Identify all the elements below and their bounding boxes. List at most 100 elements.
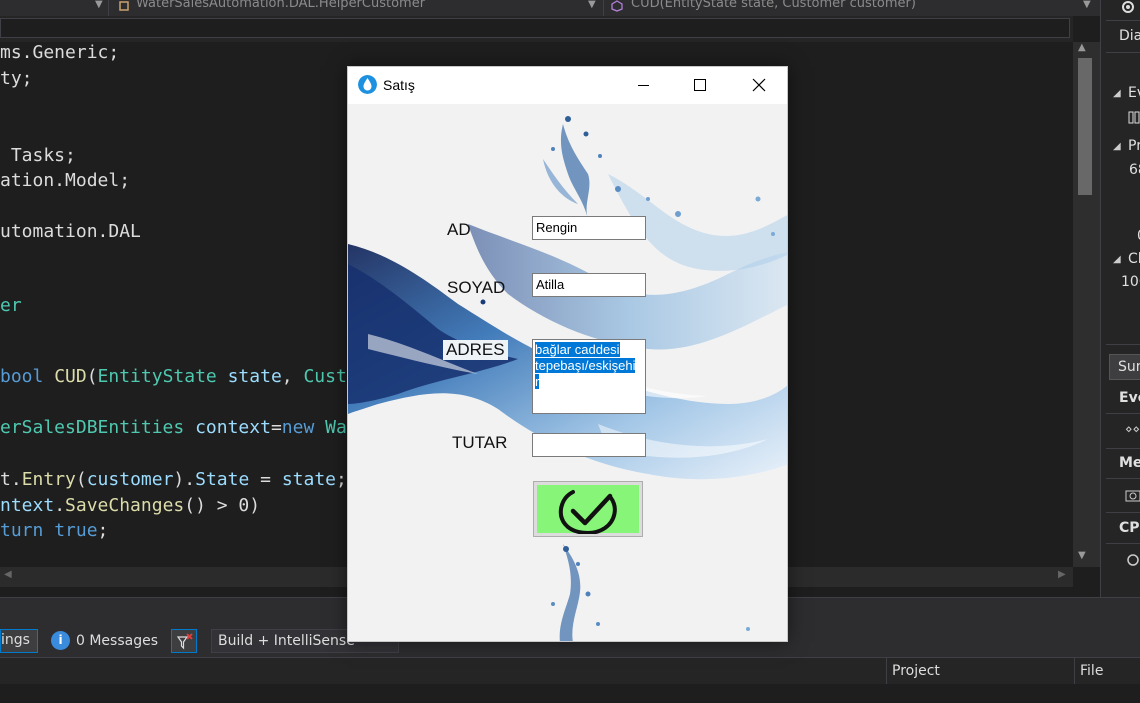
soyad-label: SOYAD [447,278,506,297]
member-dropdown[interactable]: WaterSalesAutomation.DAL.HelperCustomer [136,0,576,14]
adres-line-1: bağlar caddesi [535,342,620,357]
warnings-filter-button[interactable]: ings [0,629,38,653]
code-token: ntext [0,495,55,516]
scroll-left-arrow-icon[interactable]: ◀ [4,569,12,580]
collapse-triangle-icon[interactable]: ◢ [1113,141,1121,152]
code-line[interactable]: ation.Model; [0,170,130,194]
cpu-usage-header: CPU [1119,520,1140,536]
satis-window: Satış AD Rengin SOYAD Atilla ADRES bağla… [347,66,788,642]
ad-label: AD [447,220,471,239]
code-token: context [195,417,271,438]
cpu-section-label: Cl [1128,251,1140,267]
maximize-button[interactable] [677,67,723,104]
code-token: erSalesDBEntities [0,417,196,438]
scrollbar-thumb[interactable] [1078,58,1092,195]
clear-filter-button[interactable] [171,629,197,653]
tutar-textbox[interactable] [532,433,646,457]
editor-margin-box [0,18,1070,38]
code-token: customer [86,469,174,490]
code-token: . [54,495,66,516]
scroll-down-arrow-icon[interactable]: ▼ [1078,550,1086,561]
chevron-down-icon[interactable]: ▼ [1083,0,1091,10]
navigation-bar: ▼ WaterSalesAutomation.DAL.HelperCustome… [0,0,1100,16]
vertical-scrollbar[interactable]: ▲ ▼ [1073,42,1100,567]
summary-tab[interactable]: Sun [1109,354,1140,380]
collapse-triangle-icon[interactable]: ◢ [1113,254,1121,265]
code-token: utomation.DAL [0,221,141,242]
chevron-down-icon[interactable]: ▼ [588,0,596,10]
code-line[interactable]: turn true; [0,520,108,544]
code-token: ty; [0,68,33,89]
collapse-triangle-icon[interactable]: ◢ [1113,88,1121,99]
code-token: () > 0) [184,495,261,516]
diagnostic-tools-panel: Dia ◢ Ev ◢ Pr 68 0 ◢ Cl 100 Sun Eve ⋄⋄ M… [1100,0,1140,600]
memory-usage-header: Me [1119,455,1140,471]
events-icon[interactable]: ⋄⋄ [1125,422,1140,436]
window-title: Satış [383,77,415,93]
events-header: Eve [1119,390,1140,406]
messages-label: 0 Messages [76,633,159,649]
scroll-right-arrow-icon[interactable]: ▶ [1058,569,1066,580]
close-button[interactable] [736,67,782,104]
code-token: bool [0,366,55,387]
code-token: = [270,417,282,438]
window-titlebar[interactable]: Satış [348,67,787,104]
code-token: turn [0,520,55,541]
confirm-button[interactable] [533,481,643,537]
code-token: Tasks; [0,145,76,166]
gear-icon[interactable] [1119,0,1137,16]
code-token: CUD [54,366,87,387]
code-token: State [195,469,250,490]
diagnostics-title: Dia [1119,28,1140,44]
visual-studio-ide: ▼ WaterSalesAutomation.DAL.HelperCustome… [0,0,1140,703]
checkmark-circle-icon [558,490,617,534]
ad-textbox[interactable]: Rengin [532,216,646,240]
filter-icon [176,633,193,650]
form-client-area: AD Rengin SOYAD Atilla ADRES bağlar cadd… [348,104,787,641]
scroll-up-arrow-icon[interactable]: ▲ [1078,42,1086,53]
adres-line-2: tepebaşı/eskişehi [535,358,636,373]
error-list-column-header: Project File [0,657,1140,685]
soyad-textbox[interactable]: Atilla [532,273,646,297]
code-token: ation.Model; [0,170,131,191]
adres-textarea[interactable]: bağlar caddesi tepebaşı/eskişehi r [532,339,646,414]
camera-icon[interactable] [1125,488,1140,502]
code-token: ( [75,469,87,490]
file-column-header[interactable]: File [1080,663,1103,679]
adres-line-3: r [535,374,540,389]
confirm-button-face [537,485,639,534]
info-icon: i [51,631,70,650]
code-line[interactable]: t.Entry(customer).State = state; [0,469,347,493]
cpu-value: 100 [1121,274,1140,290]
minimize-button[interactable] [620,67,666,104]
code-token: state [227,366,282,387]
code-token: ( [86,366,98,387]
water-drop-icon [358,75,377,94]
warnings-label: ings [1,632,30,648]
code-line[interactable]: bool CUD(EntityState state, Custo [0,366,358,390]
code-line[interactable]: er [0,295,22,319]
pause-icon[interactable] [1128,111,1140,124]
code-line[interactable]: Tasks; [0,145,76,169]
code-token: state [281,469,336,490]
code-token: SaveChanges [65,495,185,516]
adres-label: ADRES [443,340,508,360]
code-token: ms.Generic; [0,42,120,63]
code-token: true [54,520,98,541]
code-token: t. [0,469,22,490]
code-line[interactable]: ms.Generic; [0,42,119,66]
process-memory-label: Pr [1128,138,1140,154]
process-memory-value: 68 [1129,162,1140,178]
code-token: , [281,366,304,387]
code-token: Entry [21,469,76,490]
record-icon[interactable] [1126,553,1140,567]
code-line[interactable]: utomation.DAL [0,221,141,245]
code-line[interactable]: ntext.SaveChanges() > 0) [0,495,260,519]
tutar-label: TUTAR [452,433,508,452]
code-line[interactable]: erSalesDBEntities context=new Wat [0,417,358,441]
code-token: new [281,417,326,438]
project-column-header[interactable]: Project [892,663,940,679]
chevron-down-icon[interactable]: ▼ [95,0,103,10]
method-dropdown[interactable]: CUD(EntityState state, Customer customer… [631,0,1071,14]
code-line[interactable]: ty; [0,68,33,92]
